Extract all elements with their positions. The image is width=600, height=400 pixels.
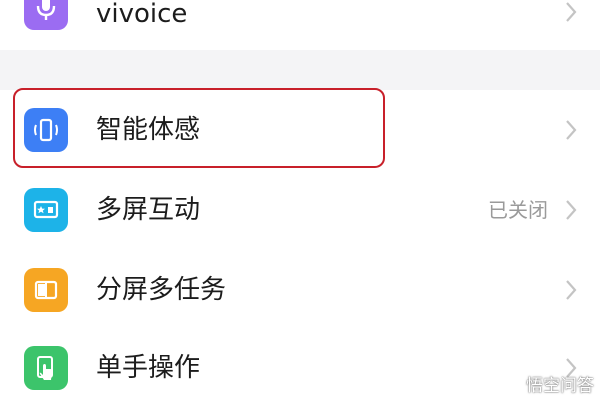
settings-row-split-screen[interactable]: 分屏多任务 (0, 250, 600, 330)
screen-cast-icon-tile (24, 188, 68, 232)
settings-row-label: 单手操作 (96, 353, 201, 383)
settings-screen: vivoice 智能体感 多屏互动 已关闭 分屏多任务 单手操作 悟空问答 (0, 0, 600, 400)
settings-row-label: vivoice (96, 0, 188, 29)
one-hand-icon-tile (24, 346, 68, 390)
chevron-right-icon (566, 120, 577, 140)
section-gap (0, 50, 600, 90)
chat-bubble-icon (505, 376, 521, 392)
watermark-text: 悟空问答 (526, 376, 594, 396)
chevron-right-icon (566, 2, 577, 22)
watermark: 悟空问答 (504, 371, 594, 396)
one-hand-icon (37, 356, 53, 380)
status-text: 已关闭 (488, 198, 548, 222)
chevron-right-icon (566, 280, 577, 300)
microphone-icon-tile (24, 0, 68, 30)
settings-row-multi-screen[interactable]: 多屏互动 已关闭 (0, 170, 600, 250)
highlight-box (13, 88, 385, 168)
chevron-right-icon (566, 200, 577, 220)
split-screen-icon (34, 280, 58, 300)
settings-row-label: 多屏互动 (96, 195, 201, 225)
screen-cast-icon (33, 200, 59, 219)
split-screen-icon-tile (24, 268, 68, 312)
microphone-icon (36, 0, 56, 20)
settings-row-vivoice[interactable]: vivoice (0, 0, 600, 50)
settings-row-label: 分屏多任务 (96, 275, 227, 305)
